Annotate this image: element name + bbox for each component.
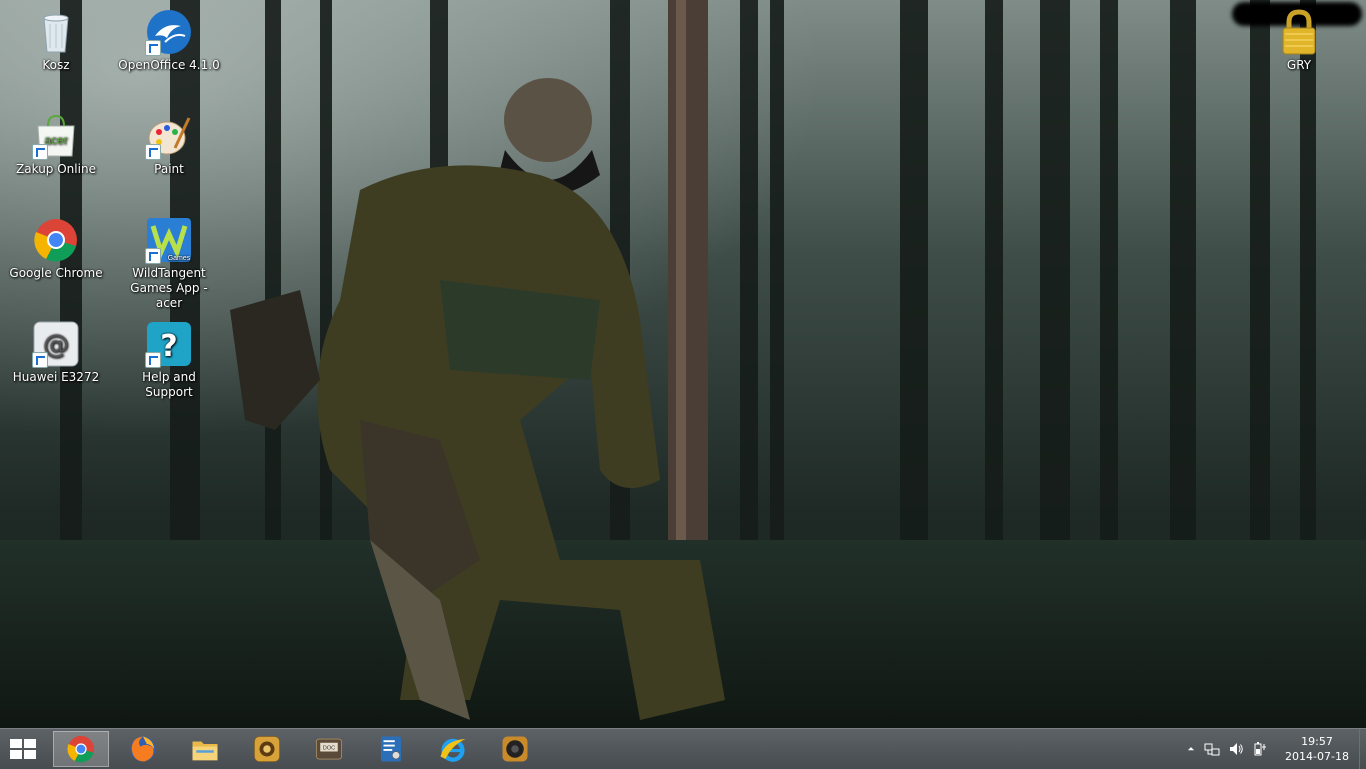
taskbar-app-gold[interactable] <box>239 731 295 767</box>
taskbar-app-doc[interactable]: DOC <box>301 731 357 767</box>
start-button[interactable] <box>8 737 38 761</box>
acer-shop-icon: acer <box>32 112 80 160</box>
network-icon[interactable] <box>1204 741 1220 757</box>
clock-date: 2014-07-18 <box>1285 750 1349 763</box>
volume-icon[interactable] <box>1228 741 1244 757</box>
power-icon[interactable] <box>1252 741 1268 757</box>
taskbar: DOC 19:57 2014-07-18 <box>0 728 1366 769</box>
ie-icon <box>440 738 466 762</box>
desktop-icon-zakup-online[interactable]: acer Zakup Online <box>4 106 108 177</box>
desktop-icon-label: Help and Support <box>142 370 196 399</box>
desktop-icon-label: Huawei E3272 <box>12 370 100 384</box>
desktop-icon-label: Google Chrome <box>9 266 103 280</box>
show-desktop-button[interactable] <box>1359 729 1366 769</box>
help-icon: ? <box>145 320 193 368</box>
show-hidden-icons-icon[interactable] <box>1186 741 1196 757</box>
desktop-icon-label: Kosz <box>42 58 70 72</box>
desktop-icon-recycle-bin[interactable]: Kosz <box>4 2 108 73</box>
desktop-icon-help-support[interactable]: ? Help and Support <box>117 314 221 400</box>
svg-text:?: ? <box>160 329 177 364</box>
recycle-bin-icon <box>32 8 80 56</box>
svg-text:Games: Games <box>168 255 191 262</box>
speaker-icon <box>502 736 528 762</box>
taskbar-app-speaker[interactable] <box>487 731 543 767</box>
desktop-icon-label: WildTangent Games App - acer <box>130 266 208 310</box>
windows-logo-icon <box>10 739 36 759</box>
chrome-icon <box>32 216 80 264</box>
taskbar-app-firefox[interactable] <box>115 731 171 767</box>
firefox-icon <box>130 736 156 762</box>
desktop-icon-google-chrome[interactable]: Google Chrome <box>4 210 108 281</box>
taskbar-app-file-explorer[interactable] <box>177 731 233 767</box>
wildtangent-icon: Games <box>145 216 193 264</box>
desktop-icon-openoffice[interactable]: OpenOffice 4.1.0 <box>117 2 221 73</box>
desktop-icon-label: GRY <box>1286 58 1312 72</box>
system-tray <box>1182 729 1272 769</box>
desktop-icon-label: OpenOffice 4.1.0 <box>118 58 220 72</box>
huawei-modem-icon: @ <box>32 320 80 368</box>
chrome-icon <box>67 735 95 763</box>
svg-text:DOC: DOC <box>323 746 335 752</box>
desktop-icon-huawei[interactable]: @ Huawei E3272 <box>4 314 108 385</box>
taskbar-clock[interactable]: 19:57 2014-07-18 <box>1282 734 1352 764</box>
openoffice-icon <box>145 8 193 56</box>
desktop-icon-paint[interactable]: Paint <box>117 106 221 177</box>
desktop-icon-wildtangent[interactable]: Games WildTangent Games App - acer <box>117 210 221 311</box>
taskbar-app-chrome[interactable] <box>53 731 109 767</box>
taskbar-app-settings[interactable] <box>363 731 419 767</box>
clock-time: 19:57 <box>1301 735 1333 748</box>
lock-folder-icon <box>1275 8 1323 56</box>
doc-icon: DOC <box>316 738 342 760</box>
settings-app-icon <box>381 736 401 762</box>
taskbar-app-internet-explorer[interactable] <box>425 731 481 767</box>
desktop-icon-gry[interactable]: GRY <box>1247 2 1351 73</box>
gold-app-icon <box>254 736 280 762</box>
desktop-icon-label: Zakup Online <box>16 162 96 176</box>
desktop-icon-label: Paint <box>154 162 184 176</box>
folder-icon <box>192 741 218 761</box>
paint-icon <box>145 112 193 160</box>
